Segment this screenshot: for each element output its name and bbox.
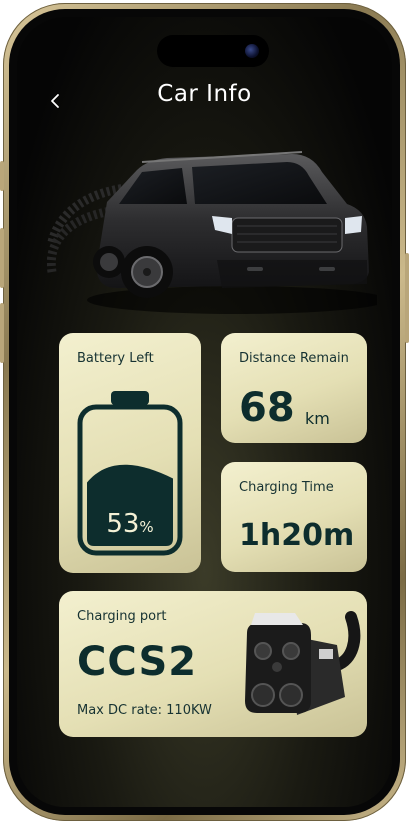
charging-time-label: Charging Time: [239, 480, 334, 495]
charging-time-card[interactable]: Charging Time 1h20m: [221, 462, 367, 572]
charging-port-card[interactable]: Charging port CCS2 Max DC rate: 110KW: [59, 591, 367, 737]
battery-value: 53: [106, 509, 140, 539]
volume-up-button: [0, 228, 4, 288]
distance-unit: km: [305, 409, 330, 428]
power-button: [405, 253, 409, 343]
charging-port-rate: Max DC rate: 110KW: [77, 703, 212, 718]
dynamic-island: [157, 35, 269, 67]
battery-unit: %: [139, 518, 154, 536]
page-title: Car Info: [157, 81, 252, 107]
phone-bezel: Car Info Battery Left 53% Distance Remai…: [9, 9, 400, 815]
charging-port-value: CCS2: [77, 639, 198, 685]
battery-card[interactable]: Battery Left 53%: [59, 333, 201, 573]
camera-icon: [245, 44, 259, 58]
action-button: [0, 161, 4, 191]
charging-time-value: 1h20m: [239, 518, 355, 553]
distance-value: 68: [239, 385, 295, 431]
screen: Car Info Battery Left 53% Distance Remai…: [17, 17, 392, 807]
phone-frame: Car Info Battery Left 53% Distance Remai…: [0, 3, 409, 821]
battery-label: Battery Left: [77, 351, 154, 366]
distance-card[interactable]: Distance Remain 68 km: [221, 333, 367, 443]
battery-percentage: 53%: [59, 509, 201, 539]
car-image: [47, 151, 377, 314]
ccs2-connector-icon: [245, 611, 361, 715]
distance-label: Distance Remain: [239, 351, 349, 366]
charging-port-label: Charging port: [77, 609, 167, 624]
volume-down-button: [0, 303, 4, 363]
